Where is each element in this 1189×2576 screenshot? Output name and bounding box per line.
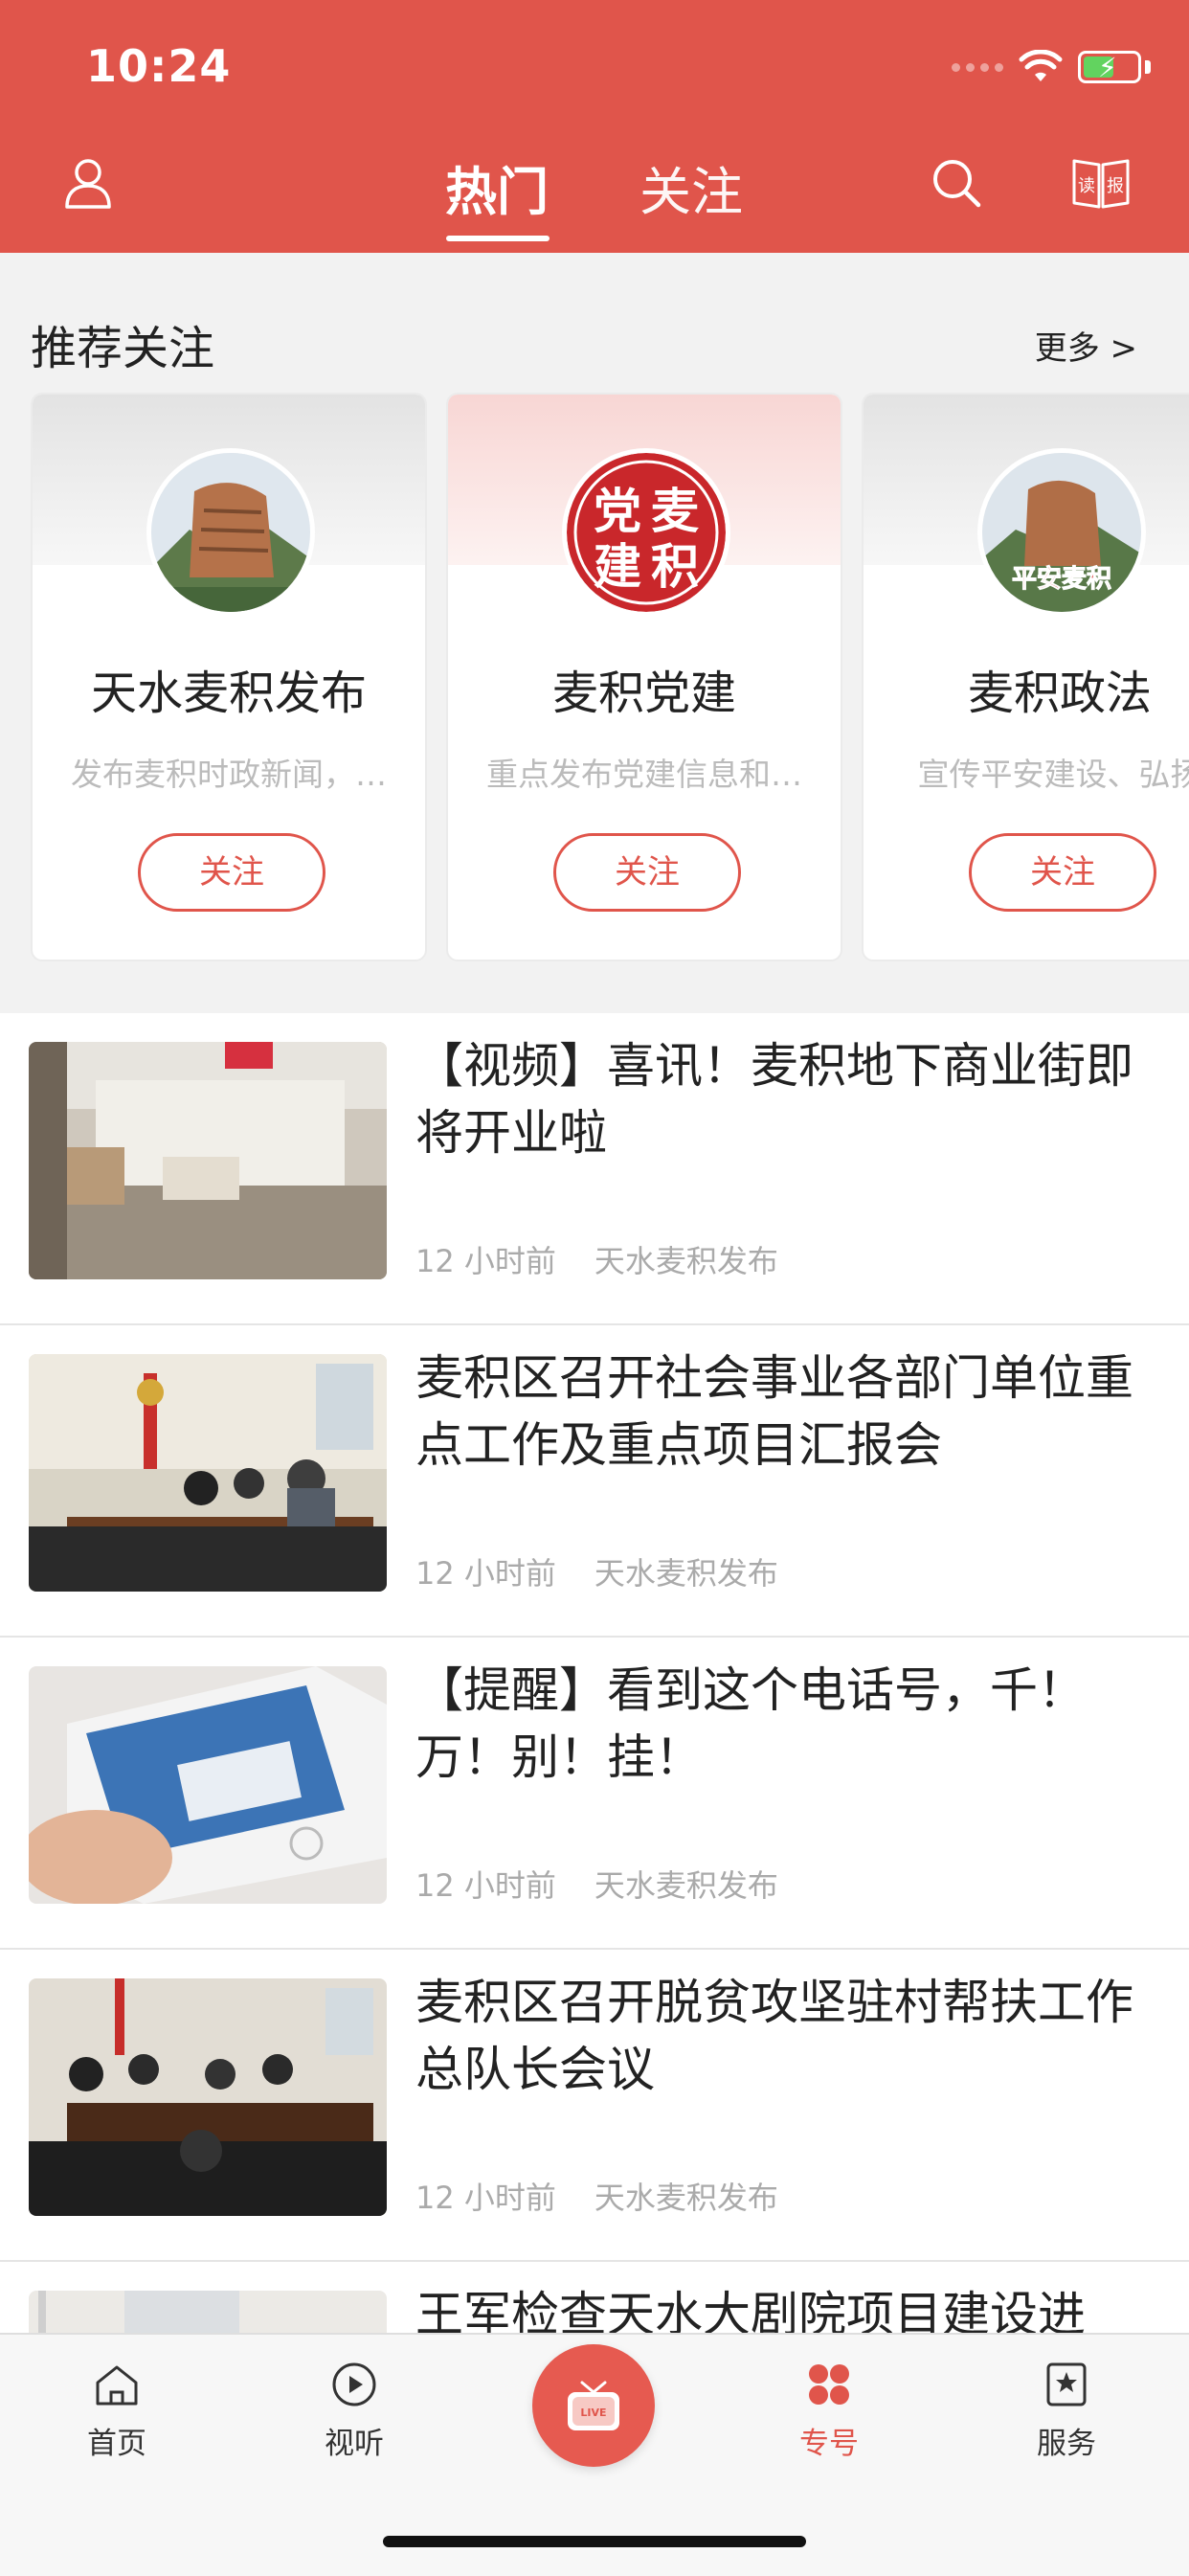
news-time: 12 小时前 bbox=[415, 2180, 556, 2216]
news-thumbnail bbox=[29, 1042, 387, 1279]
tab-hot[interactable]: 热门 bbox=[445, 149, 549, 225]
tab-indicator bbox=[446, 236, 550, 241]
news-title: 【视频】喜讯！麦积地下商业街即将开业啦 bbox=[415, 1038, 1133, 1161]
news-time: 12 小时前 bbox=[415, 1243, 556, 1279]
news-meta: 12 小时前 天水麦积发布 bbox=[415, 2174, 778, 2218]
wifi-icon bbox=[1019, 50, 1063, 81]
news-time: 12 小时前 bbox=[415, 1555, 556, 1592]
follow-button[interactable]: 关注 bbox=[553, 833, 741, 912]
account-desc: 宣传平安建设、弘扬 bbox=[917, 756, 1189, 793]
live-badge: LIVE bbox=[580, 2407, 606, 2419]
home-icon bbox=[96, 2365, 138, 2406]
tab-label: 专号 bbox=[799, 2427, 859, 2461]
search-icon[interactable] bbox=[929, 155, 984, 211]
grid-icon bbox=[809, 2364, 849, 2405]
news-item[interactable]: 【视频】喜讯！麦积地下商业街即将开业啦 12 小时前 天水麦积发布 bbox=[0, 1013, 1189, 1325]
nav-row: 热门 关注 读 报 bbox=[0, 144, 1189, 249]
news-source: 天水麦积发布 bbox=[594, 1555, 778, 1592]
recommend-cards: 天水麦积发布 发布麦积时政新闻，… 关注 党 麦 建 积 麦积党建 重点发布党建… bbox=[31, 393, 1189, 963]
news-time: 12 小时前 bbox=[415, 1867, 556, 1904]
battery-icon: ⚡ bbox=[1078, 51, 1141, 83]
news-meta: 12 小时前 天水麦积发布 bbox=[415, 1549, 778, 1593]
avatar: 党 麦 建 积 bbox=[562, 448, 730, 617]
account-name: 天水麦积发布 bbox=[90, 667, 367, 720]
news-title: 【提醒】看到这个电话号，千！万！别！挂！ bbox=[415, 1662, 1086, 1785]
news-item[interactable]: 王军检查天水大剧院项目建设进 bbox=[0, 2262, 1189, 2335]
news-source: 天水麦积发布 bbox=[594, 2180, 778, 2216]
account-desc: 重点发布党建信息和… bbox=[486, 756, 802, 793]
star-tab-icon bbox=[1046, 2362, 1087, 2407]
play-icon bbox=[332, 2362, 376, 2407]
svg-text:读: 读 bbox=[1078, 176, 1095, 196]
more-link[interactable]: 更多 > bbox=[1035, 322, 1137, 369]
tab-home[interactable]: 首页 bbox=[40, 2360, 193, 2462]
news-thumbnail bbox=[29, 1978, 387, 2216]
news-meta: 12 小时前 天水麦积发布 bbox=[415, 1237, 778, 1281]
news-item[interactable]: 麦积区召开社会事业各部门单位重点工作及重点项目汇报会 12 小时前 天水麦积发布 bbox=[0, 1325, 1189, 1638]
news-title: 王军检查天水大剧院项目建设进 bbox=[415, 2287, 1086, 2335]
news-source: 天水麦积发布 bbox=[594, 1243, 778, 1279]
tab-label: 服务 bbox=[1037, 2427, 1096, 2461]
avatar: 平安麦积 bbox=[977, 448, 1146, 617]
follow-button[interactable]: 关注 bbox=[969, 833, 1156, 912]
svg-text:积: 积 bbox=[651, 539, 699, 595]
news-source: 天水麦积发布 bbox=[594, 1867, 778, 1904]
signal-icon bbox=[952, 62, 1003, 72]
user-icon[interactable] bbox=[59, 153, 117, 211]
tab-special[interactable]: 专号 bbox=[752, 2360, 906, 2462]
home-indicator bbox=[383, 2536, 806, 2547]
top-header: 10:24 ⚡ 热门 关注 读 报 bbox=[0, 0, 1189, 253]
tab-service[interactable]: 服务 bbox=[990, 2360, 1143, 2462]
account-card[interactable]: 天水麦积发布 发布麦积时政新闻，… 关注 bbox=[31, 393, 427, 961]
news-item[interactable]: 麦积区召开脱贫攻坚驻村帮扶工作总队长会议 12 小时前 天水麦积发布 bbox=[0, 1950, 1189, 2262]
live-tv-icon: LIVE bbox=[568, 2381, 619, 2430]
tab-label: 视听 bbox=[325, 2427, 384, 2461]
tab-label: 首页 bbox=[87, 2427, 146, 2461]
status-icons: ⚡ bbox=[952, 50, 1151, 84]
news-item[interactable]: 【提醒】看到这个电话号，千！万！别！挂！ 12 小时前 天水麦积发布 bbox=[0, 1638, 1189, 1950]
news-thumbnail bbox=[29, 1354, 387, 1592]
section-title: 推荐关注 bbox=[31, 322, 215, 375]
news-list: 【视频】喜讯！麦积地下商业街即将开业啦 12 小时前 天水麦积发布 麦积区召开社… bbox=[0, 1013, 1189, 2335]
read-newspaper-icon[interactable]: 读 报 bbox=[1070, 153, 1132, 211]
svg-text:党: 党 bbox=[594, 484, 641, 539]
party-building-logo: 党 麦 建 积 bbox=[567, 453, 726, 612]
tab-follow[interactable]: 关注 bbox=[639, 149, 743, 225]
account-name: 麦积政法 bbox=[967, 667, 1152, 720]
news-meta: 12 小时前 天水麦积发布 bbox=[415, 1862, 778, 1906]
status-time: 10:24 bbox=[86, 40, 232, 92]
account-card[interactable]: 平安麦积 麦积政法 宣传平安建设、弘扬 关注 bbox=[862, 393, 1189, 961]
svg-text:建: 建 bbox=[594, 539, 641, 595]
safe-maiji-logo: 平安麦积 bbox=[982, 453, 1141, 612]
svg-text:平安麦积: 平安麦积 bbox=[1012, 565, 1111, 594]
news-title: 麦积区召开脱贫攻坚驻村帮扶工作总队长会议 bbox=[415, 1975, 1133, 2097]
news-thumbnail bbox=[29, 1666, 387, 1904]
account-desc: 发布麦积时政新闻，… bbox=[71, 756, 387, 793]
account-name: 麦积党建 bbox=[551, 667, 736, 720]
svg-text:报: 报 bbox=[1107, 176, 1124, 196]
news-thumbnail bbox=[29, 2291, 387, 2335]
recommend-section: 推荐关注 更多 > 天水麦积发布 发布麦积时政新闻，… 关注 党 麦 建 积 麦… bbox=[0, 253, 1189, 1009]
tab-video[interactable]: 视听 bbox=[278, 2360, 431, 2462]
news-title: 麦积区召开社会事业各部门单位重点工作及重点项目汇报会 bbox=[415, 1350, 1133, 1473]
live-button[interactable]: LIVE bbox=[532, 2344, 655, 2467]
account-card[interactable]: 党 麦 建 积 麦积党建 重点发布党建信息和… 关注 bbox=[446, 393, 842, 961]
svg-text:麦: 麦 bbox=[651, 484, 699, 539]
avatar bbox=[146, 448, 315, 617]
app-screen: 10:24 ⚡ 热门 关注 读 报 推荐关注 更多 > 天水麦积发布 发布麦积时… bbox=[0, 0, 1189, 2576]
follow-button[interactable]: 关注 bbox=[138, 833, 325, 912]
